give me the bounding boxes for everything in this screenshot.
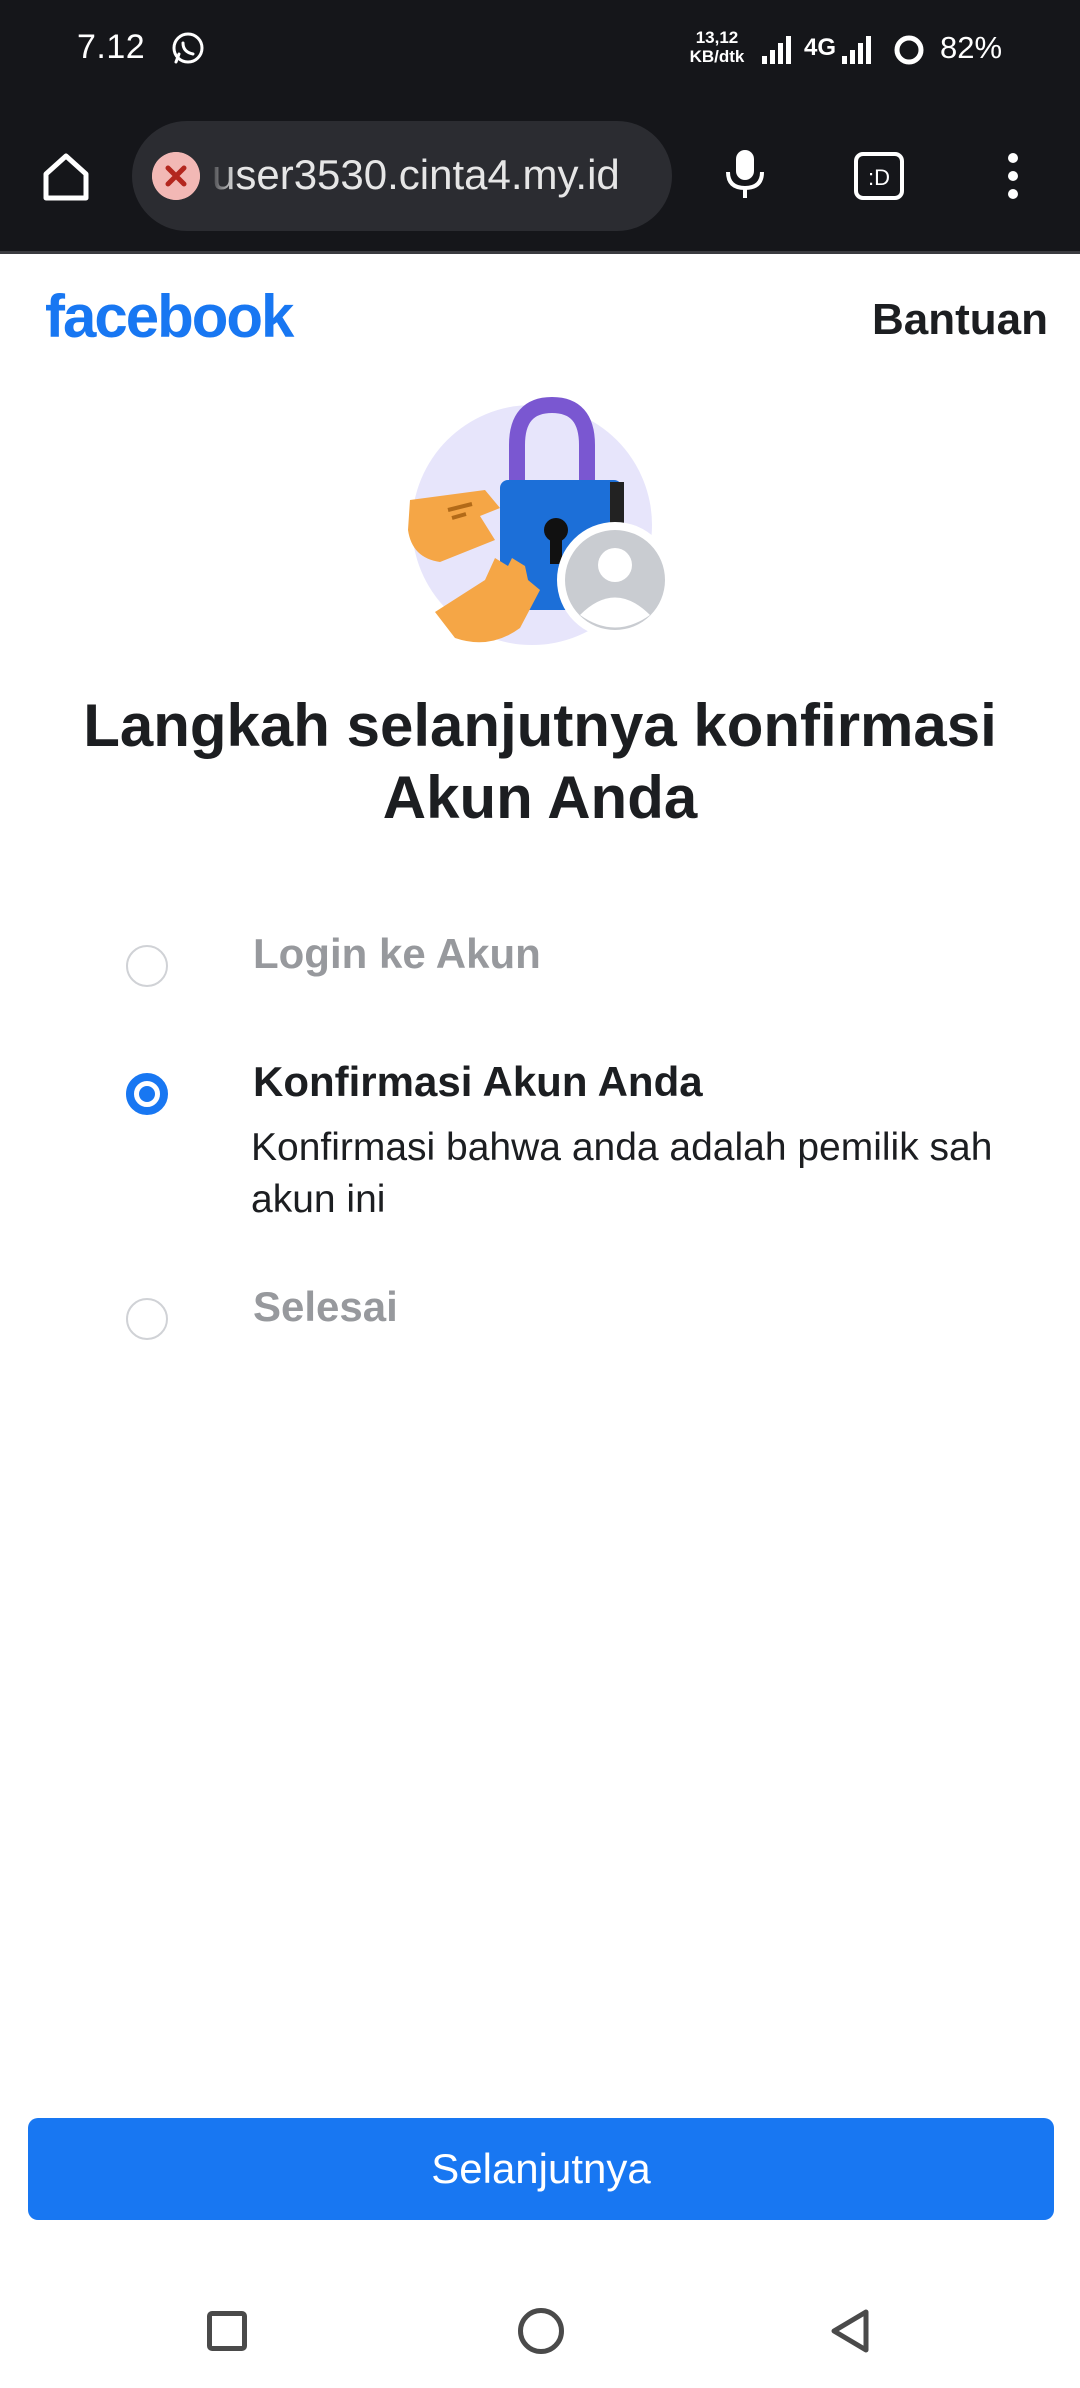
url-fade [208, 141, 236, 211]
mic-icon[interactable] [715, 144, 775, 204]
battery-level: 82% [940, 30, 1003, 65]
tab-switcher-icon[interactable]: :D [852, 148, 908, 204]
back-icon[interactable] [826, 2306, 876, 2356]
home-nav-icon[interactable] [518, 2308, 564, 2354]
next-button[interactable]: Selanjutnya [28, 2118, 1054, 2220]
page-title: Langkah selanjutnya konfirmasi Akun Anda [83, 692, 997, 831]
step-radio[interactable] [126, 945, 168, 987]
status-time: 7.12 [77, 28, 146, 66]
step-description: Konfirmasi bahwa anda adalah pemilik sah… [251, 1126, 993, 1221]
status-bar: 7.12 13,12 KB/dtk 4G 82% [0, 0, 1080, 100]
battery-ring-icon [894, 35, 924, 65]
step-label: Konfirmasi Akun Anda [253, 1058, 703, 1105]
network-type: 4G [804, 34, 837, 61]
step-radio[interactable] [126, 1298, 168, 1340]
address-bar[interactable]: user3530.cinta4.my.id [132, 121, 672, 231]
overflow-menu-icon[interactable] [993, 146, 1033, 206]
tab-switcher-frame: :D [854, 152, 904, 200]
url-text[interactable]: user3530.cinta4.my.id [212, 151, 662, 199]
browser-toolbar: user3530.cinta4.my.id :D [0, 118, 1080, 234]
browser-chrome: 7.12 13,12 KB/dtk 4G 82% user3530.cinta4… [0, 0, 1080, 254]
network-speed: 13,12 KB/dtk [686, 28, 748, 66]
facebook-logo[interactable]: facebook [45, 282, 294, 351]
network-speed-value: 13,12 [695, 28, 739, 47]
account-lock-illustration [408, 396, 673, 645]
whatsapp-icon [172, 32, 204, 64]
step-radio-selected[interactable] [126, 1073, 168, 1115]
site-warning-icon[interactable] [152, 152, 200, 200]
step-label: Login ke Akun [253, 930, 541, 977]
signal-icon [762, 36, 791, 64]
step-label: Selesai [253, 1283, 398, 1330]
help-link[interactable]: Bantuan [872, 295, 1048, 345]
network-speed-unit: KB/dtk [689, 47, 745, 66]
recent-apps-icon[interactable] [207, 2311, 247, 2351]
signal-icon [842, 36, 871, 64]
home-icon[interactable] [36, 146, 96, 206]
tab-count: :D [868, 165, 890, 190]
